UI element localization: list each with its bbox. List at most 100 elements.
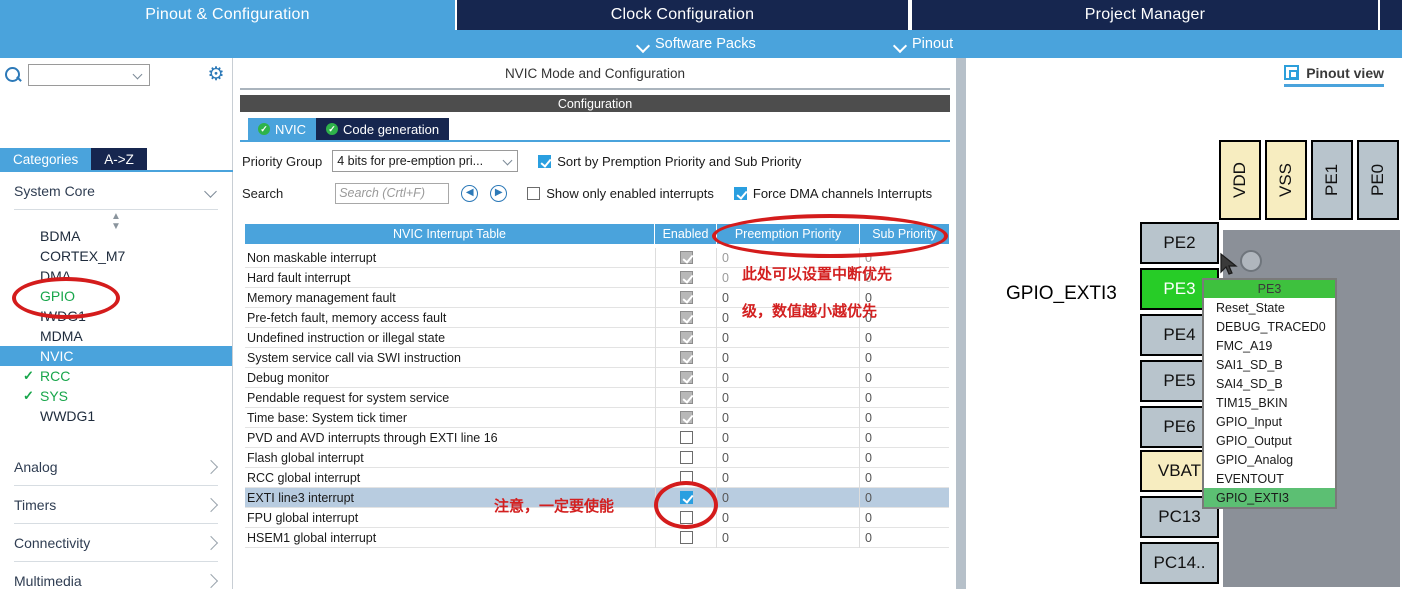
gear-icon[interactable]: ⚙ bbox=[206, 65, 226, 85]
sidebar-item-rcc[interactable]: ✓ RCC bbox=[0, 366, 232, 386]
enabled-cell[interactable] bbox=[655, 467, 717, 488]
column-header-preemption-priority[interactable]: Preemption Priority bbox=[717, 224, 860, 244]
sidebar-item-bdma[interactable]: BDMA bbox=[0, 226, 232, 246]
sidebar-item-mdma[interactable]: MDMA bbox=[0, 326, 232, 346]
preemption-priority-cell[interactable]: 0 bbox=[717, 527, 860, 548]
search-previous-button[interactable]: ◀ bbox=[461, 184, 479, 202]
enabled-cell[interactable] bbox=[655, 327, 717, 348]
sidebar-group-multimedia[interactable]: Multimedia bbox=[14, 562, 218, 589]
panel-splitter[interactable] bbox=[956, 58, 966, 589]
sub-priority-cell[interactable]: 0 bbox=[860, 408, 949, 428]
checkbox-icon[interactable] bbox=[679, 291, 693, 304]
checkbox-icon[interactable] bbox=[679, 411, 693, 424]
pin-vdd[interactable]: VDD bbox=[1219, 140, 1261, 220]
column-header-sub-priority[interactable]: Sub Priority bbox=[860, 224, 949, 244]
sub-priority-cell[interactable]: 0 bbox=[860, 448, 949, 468]
search-next-button[interactable]: ▶ bbox=[490, 184, 508, 202]
sub-priority-cell[interactable]: 0 bbox=[860, 388, 949, 408]
sub-priority-cell[interactable]: 0 bbox=[860, 488, 949, 508]
checkbox-icon[interactable] bbox=[679, 271, 693, 284]
checkbox-icon[interactable] bbox=[679, 331, 693, 344]
sidebar-scroll-up-icon[interactable]: ▲ ▼ bbox=[0, 212, 232, 232]
sidebar-item-sys[interactable]: ✓ SYS bbox=[0, 386, 232, 406]
pin-function-menu-item[interactable]: FMC_A19 bbox=[1204, 336, 1335, 355]
show-only-enabled-checkbox[interactable]: Show only enabled interrupts bbox=[527, 186, 714, 201]
sidebar-item-iwdg1[interactable]: IWDG1 bbox=[0, 306, 232, 326]
nvic-search-input[interactable]: Search (Crtl+F) bbox=[335, 182, 450, 204]
sub-priority-cell[interactable]: 0 bbox=[860, 528, 949, 548]
enabled-cell[interactable] bbox=[655, 247, 717, 268]
sidebar-search-input[interactable] bbox=[28, 63, 150, 86]
preemption-priority-cell[interactable]: 0 bbox=[717, 387, 860, 408]
pin-function-menu-item[interactable]: SAI1_SD_B bbox=[1204, 355, 1335, 374]
table-row[interactable]: Flash global interrupt 0 0 bbox=[245, 447, 949, 468]
sidebar-item-nvic[interactable]: NVIC bbox=[0, 346, 232, 366]
sub-priority-cell[interactable]: 0 bbox=[860, 348, 949, 368]
sidebar-tab-a-to-z[interactable]: A->Z bbox=[91, 148, 147, 170]
tab-pinout-configuration[interactable]: Pinout & Configuration bbox=[0, 0, 455, 30]
sub-priority-cell[interactable]: 0 bbox=[860, 368, 949, 388]
sidebar-item-cortex-m7[interactable]: CORTEX_M7 bbox=[0, 246, 232, 266]
table-row[interactable]: Pendable request for system service 0 0 bbox=[245, 387, 949, 408]
table-row[interactable]: Undefined instruction or illegal state 0 0 bbox=[245, 327, 949, 348]
preemption-priority-cell[interactable]: 0 bbox=[717, 467, 860, 488]
pin-function-menu-item[interactable]: EVENTOUT bbox=[1204, 469, 1335, 488]
preemption-priority-cell[interactable]: 0 bbox=[717, 487, 860, 508]
sidebar-item-dma[interactable]: DMA bbox=[0, 266, 232, 286]
pin-vss[interactable]: VSS bbox=[1265, 140, 1307, 220]
table-row[interactable]: RCC global interrupt 0 0 bbox=[245, 467, 949, 488]
preemption-priority-cell[interactable]: 0 bbox=[717, 427, 860, 448]
table-row[interactable]: PVD and AVD interrupts through EXTI line… bbox=[245, 427, 949, 448]
tab-clock-configuration[interactable]: Clock Configuration bbox=[455, 0, 910, 30]
checkbox-icon[interactable] bbox=[679, 511, 693, 524]
enabled-cell[interactable] bbox=[655, 267, 717, 288]
sub-priority-cell[interactable]: 0 bbox=[860, 508, 949, 528]
pin-pc14[interactable]: PC14.. bbox=[1140, 542, 1219, 584]
preemption-priority-cell[interactable]: 0 bbox=[717, 447, 860, 468]
sub-priority-cell[interactable]: 0 bbox=[860, 468, 949, 488]
preemption-priority-cell[interactable]: 0 bbox=[717, 407, 860, 428]
enabled-cell[interactable] bbox=[655, 507, 717, 528]
sidebar-item-wwdg1[interactable]: WWDG1 bbox=[0, 406, 232, 426]
checkbox-icon[interactable] bbox=[679, 431, 693, 444]
checkbox-icon[interactable] bbox=[679, 451, 693, 464]
enabled-cell[interactable] bbox=[655, 307, 717, 328]
checkbox-icon[interactable] bbox=[679, 491, 693, 504]
checkbox-icon[interactable] bbox=[679, 351, 693, 364]
sidebar-group-analog[interactable]: Analog bbox=[14, 448, 218, 486]
table-row[interactable]: System service call via SWI instruction 0… bbox=[245, 347, 949, 368]
table-row[interactable]: Time base: System tick timer 0 0 bbox=[245, 407, 949, 428]
priority-group-select[interactable]: 4 bits for pre-emption pri... bbox=[332, 150, 519, 172]
checkbox-icon[interactable] bbox=[679, 471, 693, 484]
table-row[interactable]: Debug monitor 0 0 bbox=[245, 367, 949, 388]
pin-function-menu-item[interactable]: DEBUG_TRACED0 bbox=[1204, 317, 1335, 336]
sort-by-priority-checkbox[interactable]: Sort by Premption Priority and Sub Prior… bbox=[538, 154, 801, 169]
pin-function-menu-item[interactable]: TIM15_BKIN bbox=[1204, 393, 1335, 412]
tab-project-manager[interactable]: Project Manager bbox=[910, 0, 1380, 30]
preemption-priority-cell[interactable]: 0 bbox=[717, 507, 860, 528]
enabled-cell[interactable] bbox=[655, 447, 717, 468]
enabled-cell[interactable] bbox=[655, 347, 717, 368]
sidebar-group-system-core[interactable]: System Core bbox=[14, 172, 218, 210]
checkbox-icon[interactable] bbox=[679, 531, 693, 544]
pin-function-menu-item[interactable]: SAI4_SD_B bbox=[1204, 374, 1335, 393]
preemption-priority-cell[interactable]: 0 bbox=[717, 347, 860, 368]
table-row[interactable]: HSEM1 global interrupt 0 0 bbox=[245, 527, 949, 548]
checkbox-icon[interactable] bbox=[679, 371, 693, 384]
subnav-software-packs[interactable]: Software Packs bbox=[638, 30, 756, 58]
enabled-cell[interactable] bbox=[655, 387, 717, 408]
column-header-enabled[interactable]: Enabled bbox=[655, 224, 717, 244]
checkbox-icon[interactable] bbox=[679, 251, 693, 264]
tab-nvic[interactable]: ✓ NVIC bbox=[248, 118, 317, 140]
sidebar-group-timers[interactable]: Timers bbox=[14, 486, 218, 524]
column-header-name[interactable]: NVIC Interrupt Table bbox=[245, 224, 655, 244]
checkbox-icon[interactable] bbox=[679, 311, 693, 324]
preemption-priority-cell[interactable]: 0 bbox=[717, 327, 860, 348]
enabled-cell[interactable] bbox=[655, 427, 717, 448]
enabled-cell[interactable] bbox=[655, 527, 717, 548]
pin-pe1[interactable]: PE1 bbox=[1311, 140, 1353, 220]
subnav-pinout[interactable]: Pinout bbox=[895, 30, 953, 58]
pin-function-menu-item[interactable]: GPIO_EXTI3 bbox=[1204, 488, 1335, 507]
checkbox-icon[interactable] bbox=[679, 391, 693, 404]
pin-pe2[interactable]: PE2 bbox=[1140, 222, 1219, 264]
